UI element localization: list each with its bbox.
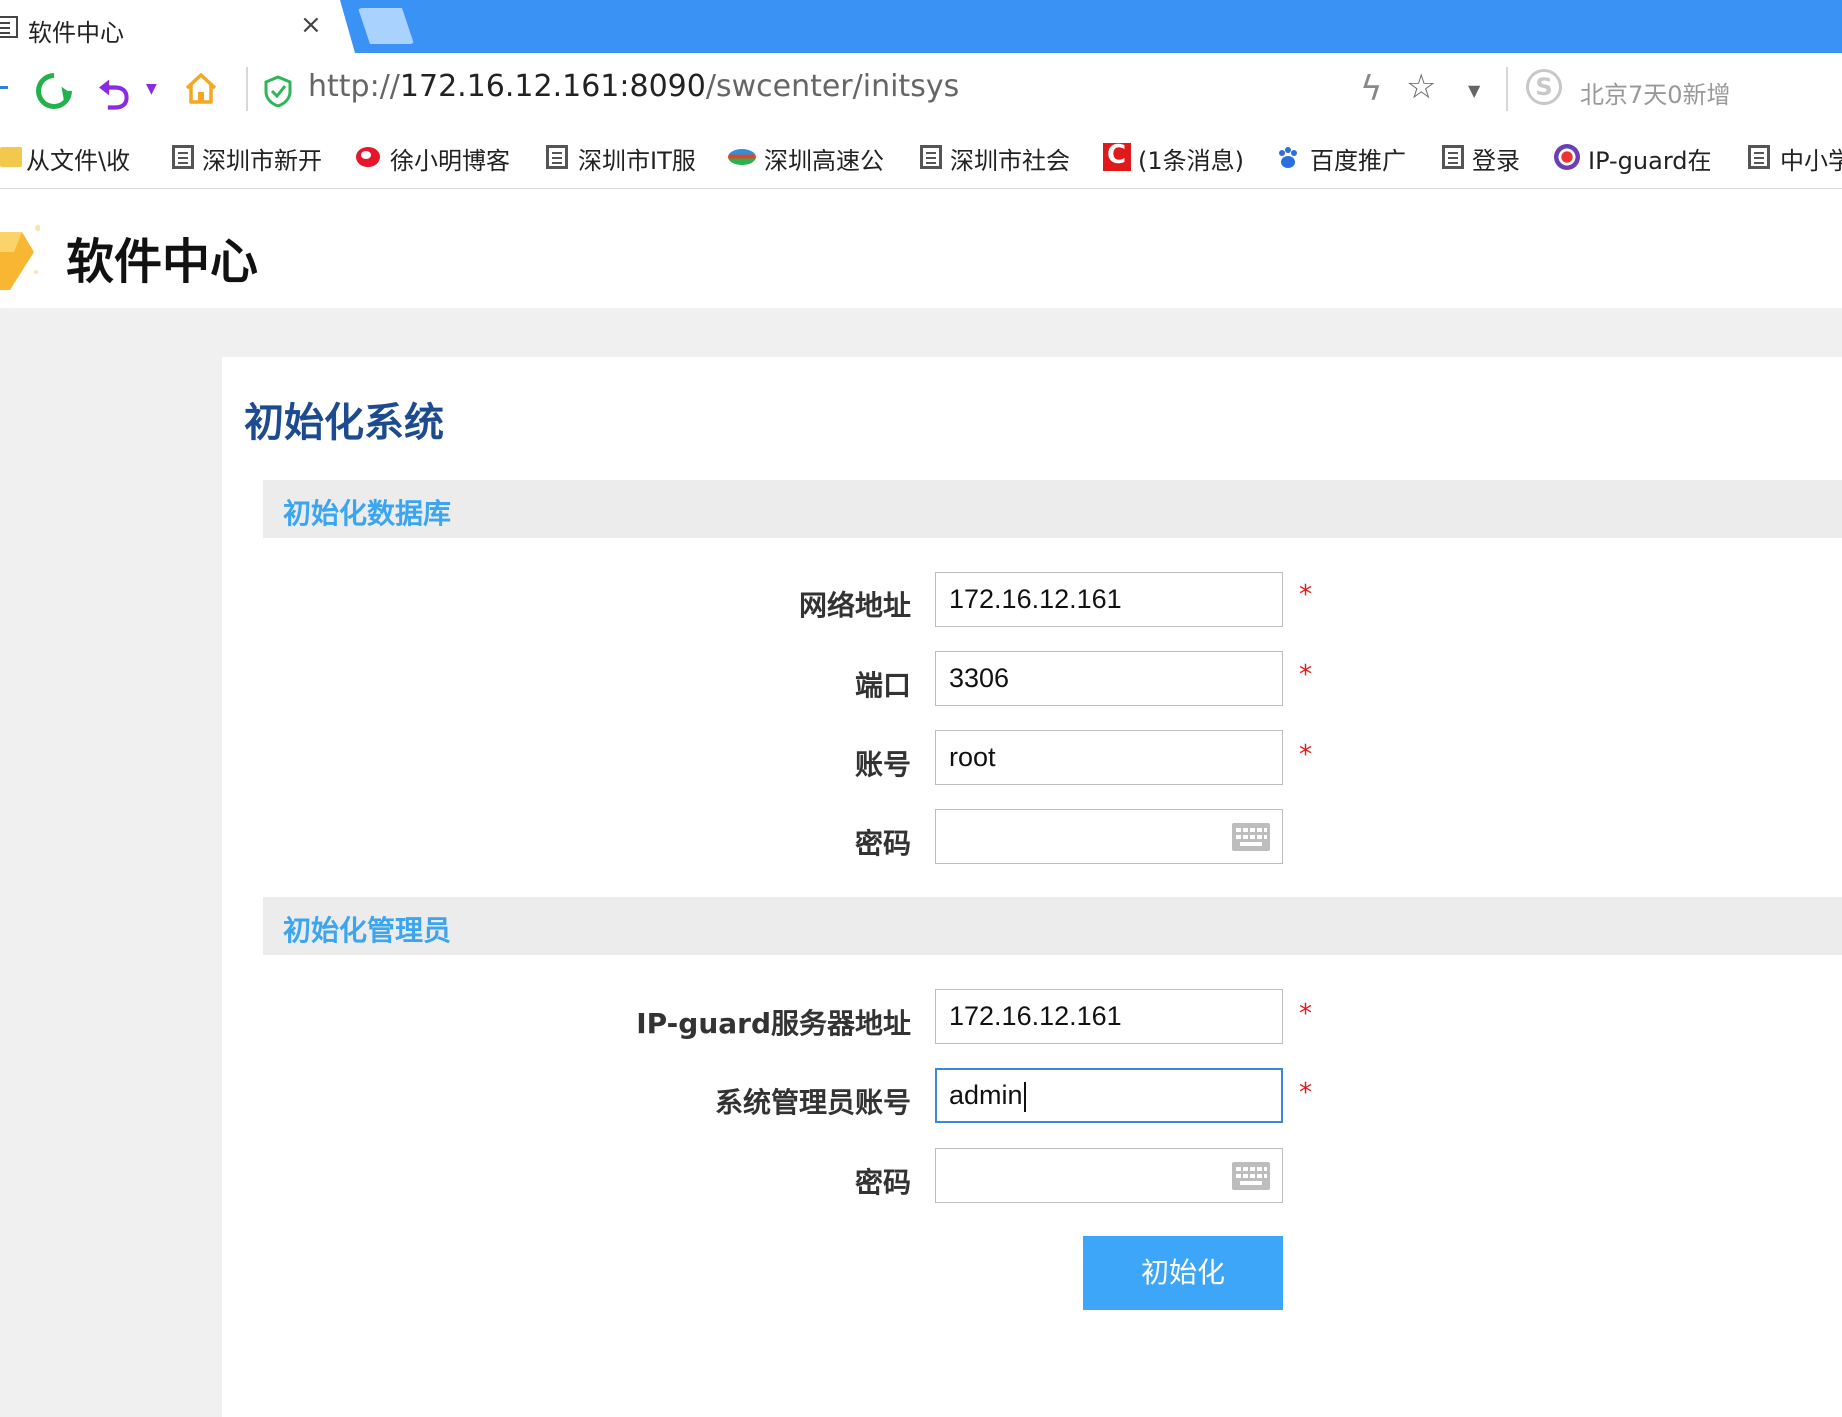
db-account-input[interactable]: root [935, 730, 1283, 785]
globe-icon [728, 149, 756, 165]
bookmark-item[interactable]: 从文件\收 [26, 141, 130, 176]
folder-icon [0, 147, 22, 167]
section-header-database [263, 480, 1842, 538]
server-address-label: IP-guard服务器地址 [636, 1007, 911, 1040]
tab-title: 软件中心 [28, 19, 124, 47]
browser-nav-bar: ⮌ ▼ http://172.16.12.161:8090/swcenter/i… [0, 53, 1842, 123]
doc-icon [920, 145, 942, 169]
admin-account-value: admin [949, 1080, 1023, 1110]
doc-icon [172, 145, 194, 169]
section-title-database: 初始化数据库 [283, 497, 452, 530]
required-mark: * [1299, 999, 1312, 1029]
bookmark-item[interactable]: 百度推广 [1310, 141, 1406, 176]
bolt-icon[interactable]: ϟ [1360, 69, 1382, 109]
site-header [0, 190, 1842, 308]
section-header-admin [263, 897, 1842, 955]
nav-divider [246, 67, 248, 111]
db-account-label: 账号 [854, 748, 911, 781]
csdn-icon [1103, 140, 1131, 171]
section-title-admin: 初始化管理员 [283, 914, 452, 947]
back-icon[interactable] [0, 86, 8, 89]
db-host-label: 网络地址 [798, 589, 911, 622]
bookmark-item[interactable]: IP-guard在 [1588, 141, 1712, 176]
baidu-paw-icon [1279, 147, 1297, 168]
news-ticker[interactable]: 北京7天0新增 [1580, 75, 1731, 110]
bookmarks-bar: 从文件\收 深圳市新开 徐小明博客 深圳市IT服 深圳高速公 深圳市社会 (1条… [0, 123, 1842, 189]
keyboard-icon[interactable] [1232, 1162, 1270, 1190]
doc-icon [546, 145, 568, 169]
bookmark-item[interactable]: 登录 [1472, 141, 1520, 176]
bookmark-item[interactable]: 深圳高速公 [764, 141, 884, 176]
browser-tab-active[interactable]: 软件中心 × [0, 0, 355, 53]
nav-divider-2 [1506, 67, 1508, 111]
doc-icon [1442, 145, 1464, 169]
undo-dropdown-icon[interactable]: ▼ [146, 81, 157, 97]
url-host: 172.16.12.161:8090 [399, 69, 706, 104]
refresh-icon[interactable] [28, 65, 80, 117]
bookmark-item[interactable]: 深圳市IT服 [578, 141, 696, 176]
browser-tab-strip: 软件中心 × [0, 0, 1842, 53]
doc-icon [1748, 145, 1770, 169]
weibo-icon [356, 147, 380, 167]
close-tab-icon[interactable]: × [300, 10, 322, 40]
bookmark-item[interactable]: 徐小明博客 [390, 141, 510, 176]
page-icon [0, 16, 18, 38]
db-password-label: 密码 [854, 827, 911, 860]
text-caret [1023, 1081, 1026, 1112]
chevron-down-icon[interactable]: ▼ [1468, 81, 1480, 100]
bookmark-item[interactable]: 深圳市社会 [950, 141, 1070, 176]
required-mark: * [1299, 660, 1312, 690]
url-scheme: http:// [308, 69, 400, 104]
bookmark-item[interactable]: 中小学 [1780, 141, 1842, 176]
bookmark-item[interactable]: 深圳市新开 [202, 141, 322, 176]
db-port-label: 端口 [854, 669, 911, 702]
ipguard-icon [1554, 144, 1580, 170]
required-mark: * [1299, 1078, 1312, 1108]
site-title: 软件中心 [66, 234, 259, 290]
db-port-input[interactable]: 3306 [935, 651, 1283, 706]
url-path: /swcenter/initsys [705, 69, 960, 104]
db-password-input[interactable] [935, 809, 1283, 864]
admin-password-input[interactable] [935, 1148, 1283, 1203]
address-bar[interactable]: http://172.16.12.161:8090/swcenter/inits… [308, 69, 959, 104]
bookmark-item[interactable]: (1条消息) [1138, 141, 1244, 176]
admin-account-label: 系统管理员账号 [714, 1086, 911, 1119]
admin-account-input[interactable]: admin [935, 1068, 1283, 1123]
admin-password-label: 密码 [854, 1166, 911, 1199]
logo-icon [0, 225, 40, 290]
server-address-input[interactable]: 172.16.12.161 [935, 989, 1283, 1044]
page-title: 初始化系统 [244, 400, 444, 446]
initialize-button[interactable]: 初始化 [1083, 1236, 1283, 1310]
new-tab-button[interactable] [358, 8, 414, 44]
sogou-icon[interactable]: S [1526, 69, 1562, 105]
home-icon[interactable] [184, 71, 218, 105]
keyboard-icon[interactable] [1232, 823, 1270, 851]
required-mark: * [1299, 740, 1312, 770]
shield-icon[interactable] [264, 75, 292, 107]
star-icon[interactable]: ☆ [1406, 67, 1436, 107]
required-mark: * [1299, 580, 1312, 610]
db-host-input[interactable]: 172.16.12.161 [935, 572, 1283, 627]
